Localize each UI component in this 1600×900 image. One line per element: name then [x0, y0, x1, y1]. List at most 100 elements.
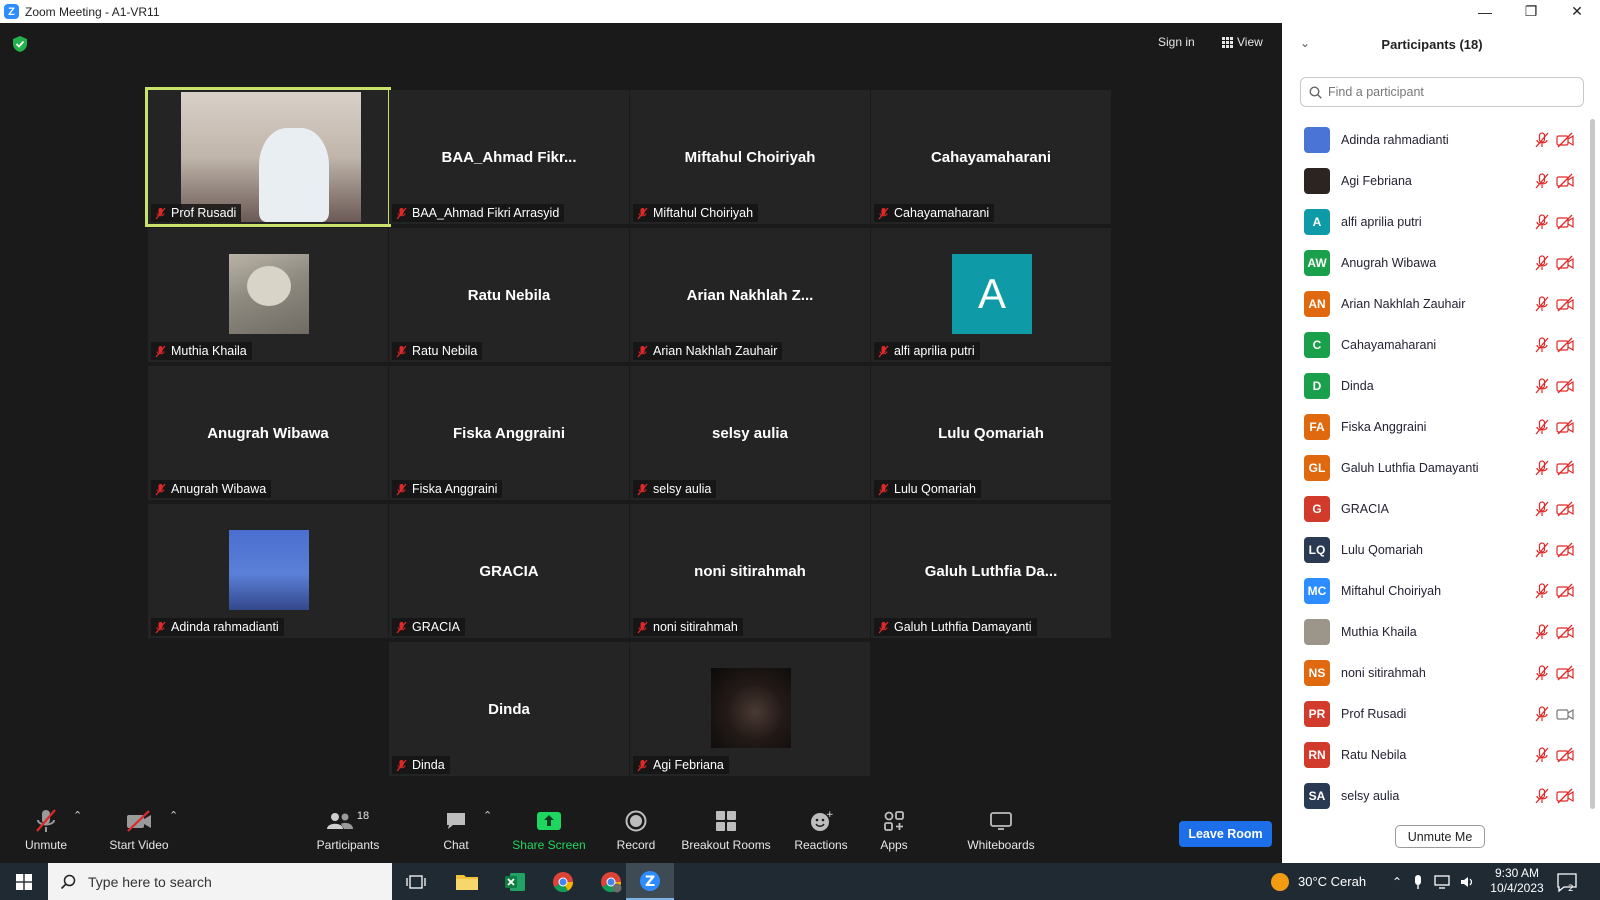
- participant-video-on-icon[interactable]: [1556, 706, 1574, 722]
- taskbar-zoom[interactable]: Z: [626, 863, 674, 900]
- participant-video-off-icon[interactable]: [1556, 255, 1574, 271]
- participant-video-off-icon[interactable]: [1556, 501, 1574, 517]
- participant-muted-mic-icon[interactable]: [1534, 254, 1550, 271]
- participants-button[interactable]: 18 Participants: [316, 805, 380, 863]
- tray-expand-chevron-icon[interactable]: ⌃: [1392, 875, 1402, 889]
- start-button[interactable]: [0, 863, 48, 900]
- participant-video-off-icon[interactable]: [1556, 583, 1574, 599]
- task-view-button[interactable]: [392, 863, 440, 900]
- participant-muted-mic-icon[interactable]: [1534, 705, 1550, 722]
- sign-in-button[interactable]: Sign in: [1158, 35, 1195, 49]
- participant-search-box[interactable]: [1300, 77, 1584, 107]
- participant-video-off-icon[interactable]: [1556, 378, 1574, 394]
- participant-row[interactable]: D Dinda: [1282, 365, 1592, 406]
- video-tile[interactable]: Ratu Nebila Ratu Nebila: [389, 228, 629, 362]
- video-options-caret-icon[interactable]: ⌃: [169, 809, 178, 822]
- video-tile[interactable]: Dinda Dinda: [389, 642, 629, 776]
- taskbar-clock[interactable]: 9:30 AM 10/4/2023: [1482, 866, 1552, 896]
- close-button[interactable]: ✕: [1554, 0, 1600, 23]
- apps-button[interactable]: Apps: [876, 805, 912, 863]
- participant-muted-mic-icon[interactable]: [1534, 541, 1550, 558]
- video-tile[interactable]: Lulu Qomariah Lulu Qomariah: [871, 366, 1111, 500]
- video-tile[interactable]: Arian Nakhlah Z... Arian Nakhlah Zauhair: [630, 228, 870, 362]
- participant-muted-mic-icon[interactable]: [1534, 418, 1550, 435]
- participant-muted-mic-icon[interactable]: [1534, 172, 1550, 189]
- participant-video-off-icon[interactable]: [1556, 296, 1574, 312]
- participant-muted-mic-icon[interactable]: [1534, 336, 1550, 353]
- video-tile[interactable]: Fiska Anggraini Fiska Anggraini: [389, 366, 629, 500]
- video-tile[interactable]: Galuh Luthfia Da... Galuh Luthfia Damayan…: [871, 504, 1111, 638]
- taskbar-file-explorer[interactable]: [443, 863, 491, 900]
- chat-options-caret-icon[interactable]: ⌃: [483, 809, 492, 822]
- video-tile[interactable]: Agi Febriana: [630, 642, 870, 776]
- participant-row[interactable]: AW Anugrah Wibawa: [1282, 242, 1592, 283]
- video-tile[interactable]: GRACIA GRACIA: [389, 504, 629, 638]
- participant-video-off-icon[interactable]: [1556, 460, 1574, 476]
- participant-video-off-icon[interactable]: [1556, 665, 1574, 681]
- participant-video-off-icon[interactable]: [1556, 788, 1574, 804]
- participant-row[interactable]: Adinda rahmadianti: [1282, 119, 1592, 160]
- video-tile[interactable]: Cahayamaharani Cahayamaharani: [871, 90, 1111, 224]
- unmute-button[interactable]: Unmute: [22, 805, 70, 863]
- tray-microphone-icon[interactable]: [1412, 874, 1424, 890]
- participant-row[interactable]: LQ Lulu Qomariah: [1282, 529, 1592, 570]
- video-tile[interactable]: Prof Rusadi: [145, 87, 391, 227]
- video-tile[interactable]: Miftahul Choiriyah Miftahul Choiriyah: [630, 90, 870, 224]
- participant-muted-mic-icon[interactable]: [1534, 377, 1550, 394]
- audio-options-caret-icon[interactable]: ⌃: [73, 809, 82, 822]
- minimize-button[interactable]: —: [1462, 0, 1508, 23]
- leave-room-button[interactable]: Leave Room: [1179, 821, 1272, 847]
- participant-muted-mic-icon[interactable]: [1534, 664, 1550, 681]
- participant-video-off-icon[interactable]: [1556, 419, 1574, 435]
- security-shield-icon[interactable]: [12, 35, 28, 53]
- share-screen-button[interactable]: Share Screen: [512, 805, 586, 863]
- participant-row[interactable]: FA Fiska Anggraini: [1282, 406, 1592, 447]
- record-button[interactable]: Record: [613, 805, 659, 863]
- network-icon[interactable]: [1434, 874, 1450, 889]
- participant-video-off-icon[interactable]: [1556, 747, 1574, 763]
- video-tile[interactable]: Adinda rahmadianti: [148, 504, 388, 638]
- participant-muted-mic-icon[interactable]: [1534, 213, 1550, 230]
- video-tile[interactable]: Muthia Khaila: [148, 228, 388, 362]
- participant-video-off-icon[interactable]: [1556, 214, 1574, 230]
- participant-row[interactable]: Agi Febriana: [1282, 160, 1592, 201]
- video-tile[interactable]: Aalfi aprilia putri: [871, 228, 1111, 362]
- participant-muted-mic-icon[interactable]: [1534, 500, 1550, 517]
- participant-row[interactable]: MC Miftahul Choiriyah: [1282, 570, 1592, 611]
- participant-video-off-icon[interactable]: [1556, 337, 1574, 353]
- video-tile[interactable]: BAA_Ahmad Fikr... BAA_Ahmad Fikri Arrasyi…: [389, 90, 629, 224]
- participant-row[interactable]: NS noni sitirahmah: [1282, 652, 1592, 693]
- video-tile[interactable]: noni sitirahmah noni sitirahmah: [630, 504, 870, 638]
- participant-muted-mic-icon[interactable]: [1534, 787, 1550, 804]
- participant-video-off-icon[interactable]: [1556, 173, 1574, 189]
- notification-center-button[interactable]: 2: [1556, 871, 1578, 894]
- participant-video-off-icon[interactable]: [1556, 624, 1574, 640]
- participant-muted-mic-icon[interactable]: [1534, 131, 1550, 148]
- reactions-button[interactable]: + Reactions: [792, 805, 850, 863]
- start-video-button[interactable]: Start Video: [106, 805, 172, 863]
- chat-button[interactable]: Chat: [438, 805, 474, 863]
- volume-icon[interactable]: [1460, 875, 1476, 889]
- participant-search-input[interactable]: [1328, 85, 1568, 99]
- unmute-me-button[interactable]: Unmute Me: [1395, 825, 1485, 848]
- whiteboards-button[interactable]: Whiteboards: [964, 805, 1038, 863]
- participant-row[interactable]: GL Galuh Luthfia Damayanti: [1282, 447, 1592, 488]
- taskbar-chrome[interactable]: [539, 863, 587, 900]
- participant-row[interactable]: AN Arian Nakhlah Zauhair: [1282, 283, 1592, 324]
- weather-widget[interactable]: 30°C Cerah: [1270, 863, 1366, 900]
- participant-row[interactable]: Aalfi aprilia putri: [1282, 201, 1592, 242]
- breakout-rooms-button[interactable]: Breakout Rooms: [680, 805, 772, 863]
- taskbar-excel[interactable]: [491, 863, 539, 900]
- participant-row[interactable]: C Cahayamaharani: [1282, 324, 1592, 365]
- participant-list-scrollbar[interactable]: [1590, 119, 1595, 809]
- participant-video-off-icon[interactable]: [1556, 132, 1574, 148]
- participant-row[interactable]: RN Ratu Nebila: [1282, 734, 1592, 775]
- participant-muted-mic-icon[interactable]: [1534, 459, 1550, 476]
- participant-muted-mic-icon[interactable]: [1534, 746, 1550, 763]
- taskbar-search-input[interactable]: [88, 873, 368, 890]
- participant-row[interactable]: PR Prof Rusadi: [1282, 693, 1592, 734]
- participant-row[interactable]: SA selsy aulia: [1282, 775, 1592, 816]
- participant-row[interactable]: G GRACIA: [1282, 488, 1592, 529]
- view-button[interactable]: View: [1222, 35, 1263, 49]
- participant-muted-mic-icon[interactable]: [1534, 295, 1550, 312]
